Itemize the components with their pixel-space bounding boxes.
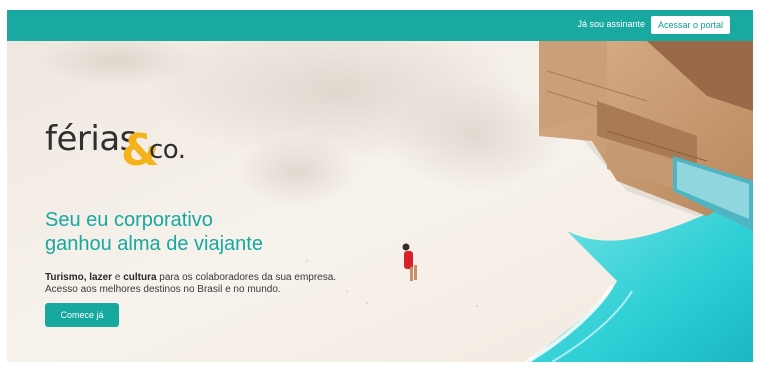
start-now-button[interactable]: Comece já [45,303,119,327]
subtext-bold-culture: cultura [123,272,157,283]
subtext-line-1: Turismo, lazer e cultura para os colabor… [45,272,405,284]
subtext-bold-tourism: Turismo, lazer [45,272,113,283]
already-subscriber-link[interactable]: Já sou assinante [577,19,645,29]
headline-line-2: ganhou alma de viajante [45,233,263,255]
access-portal-button[interactable]: Acessar o portal [651,16,730,34]
hero-headline: Seu eu corporativo ganhou alma de viajan… [45,208,405,256]
landing-page: Já sou assinante Acessar o portal férias… [7,10,753,362]
top-bar: Já sou assinante Acessar o portal [7,10,753,41]
subtext-line-2: Acesso aos melhores destinos no Brasil e… [45,284,281,295]
subtext-connector: e [112,272,124,283]
subtext-rest: para os colaboradores da sua empresa. [156,272,337,283]
brand-logo: férias & co. [45,119,205,176]
hero-section: férias & co. Seu eu corporativo ganhou a… [7,41,753,362]
hero-subtext: Turismo, lazer e cultura para os colabor… [45,272,405,296]
logo-word-co: co. [149,135,186,165]
headline-line-1: Seu eu corporativo [45,209,213,231]
